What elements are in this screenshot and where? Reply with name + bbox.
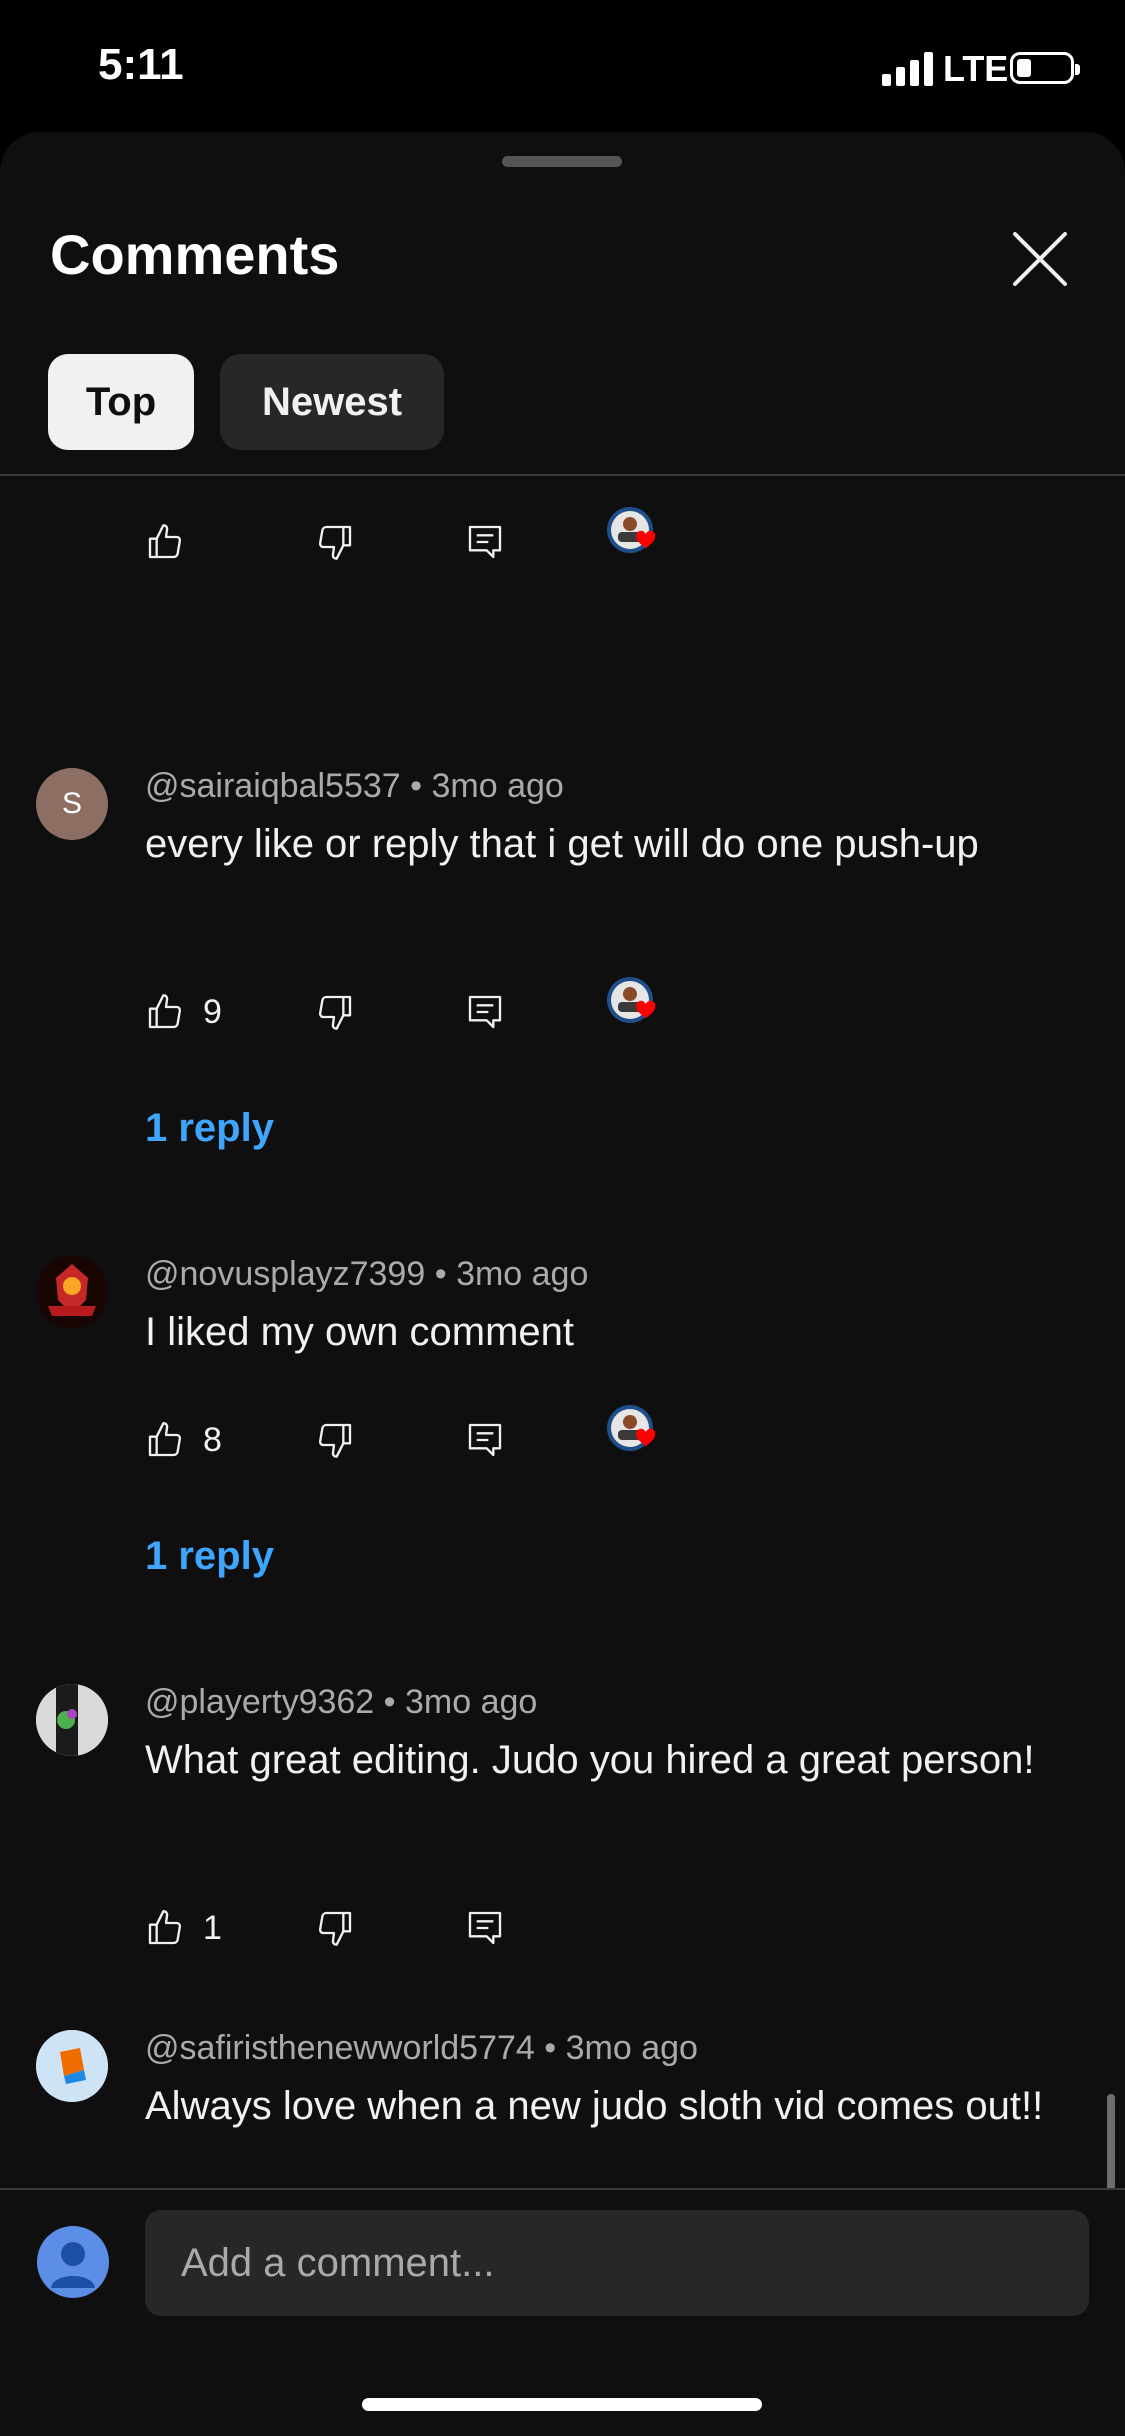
signal-icon [882, 52, 934, 86]
dislike-button[interactable] [315, 1898, 355, 1958]
reply-button[interactable] [465, 512, 505, 572]
close-icon [1013, 232, 1067, 286]
creator-heart-icon [607, 507, 656, 553]
thumb-up-icon [148, 994, 182, 1029]
comment-age: 3mo ago [565, 2029, 698, 2067]
sheet-title: Comments [50, 223, 340, 286]
avatar[interactable] [36, 1684, 108, 1756]
comment-author[interactable]: @safiristhenewworld5774 [145, 2029, 535, 2067]
comment-age: 3mo ago [456, 1255, 589, 1293]
thumb-down-icon [318, 995, 352, 1030]
drag-handle[interactable] [502, 156, 622, 167]
tab-top[interactable]: Top [48, 354, 194, 450]
thumb-up-icon [148, 1422, 182, 1457]
comment-author[interactable]: @novusplayz7399 [145, 1255, 425, 1293]
composer-divider [0, 2188, 1125, 2190]
avatar[interactable] [36, 2030, 108, 2102]
comment-age: 3mo ago [431, 767, 564, 805]
network-label: LTE [943, 48, 1009, 89]
comment-actions: 1 [0, 1898, 1125, 1958]
comment-text: every like or reply that i get will do o… [145, 822, 979, 866]
comment-text: I liked my own comment [145, 1310, 575, 1354]
comment-meta: @novusplayz7399 • 3mo ago [145, 1255, 589, 1293]
comment-composer [0, 2188, 1125, 2436]
close-button[interactable] [1005, 224, 1075, 294]
comment-author[interactable]: @playerty9362 [145, 1683, 374, 1721]
reply-button[interactable] [465, 982, 505, 1042]
creator-heart-icon [607, 977, 656, 1023]
like-count: 9 [203, 992, 222, 1031]
gamer-avatar-icon [36, 1684, 108, 1756]
mascot-avatar-icon [48, 1264, 96, 1316]
like-button[interactable] [145, 512, 185, 572]
add-comment-input[interactable] [145, 2210, 1089, 2316]
reply-button[interactable] [465, 1410, 505, 1470]
reply-icon [468, 1911, 502, 1945]
comment-actions [0, 507, 1125, 572]
cube-avatar-icon [36, 2030, 108, 2102]
dislike-button[interactable] [315, 512, 355, 572]
comment-actions: 8 [0, 1405, 1125, 1470]
comment-meta: @safiristhenewworld5774 • 3mo ago [145, 2029, 698, 2067]
thumb-down-icon [318, 525, 352, 560]
status-time: 5:11 [98, 40, 184, 89]
dislike-button[interactable] [315, 982, 355, 1042]
status-bar: 5:11 LTE [0, 0, 1125, 135]
comment-actions: 9 [0, 977, 1125, 1042]
thumb-down-icon [318, 1423, 352, 1458]
comment-age: 3mo ago [405, 1683, 538, 1721]
battery-icon [1010, 52, 1080, 84]
thumb-up-icon [148, 524, 182, 559]
thumb-down-icon [318, 1911, 352, 1946]
avatar[interactable]: S [36, 768, 108, 840]
creator-heart-icon [607, 1405, 656, 1451]
home-indicator[interactable] [362, 2398, 762, 2411]
avatar[interactable] [36, 1256, 108, 1328]
comment-meta: @playerty9362 • 3mo ago [145, 1683, 538, 1721]
thumb-up-icon [148, 1910, 182, 1945]
reply-icon [468, 1423, 502, 1457]
tab-newest[interactable]: Newest [220, 354, 444, 450]
view-replies-button[interactable]: 1 reply [145, 1106, 274, 1151]
like-button[interactable]: 8 [145, 1410, 222, 1470]
dislike-button[interactable] [315, 1410, 355, 1470]
like-count: 1 [203, 1908, 222, 1947]
comment-text: What great editing. Judo you hired a gre… [145, 1738, 1035, 1782]
comment-text: Always love when a new judo sloth vid co… [145, 2084, 1044, 2128]
user-icon [51, 2242, 95, 2288]
reply-icon [468, 525, 502, 559]
comment-meta: @sairaiqbal5537 • 3mo ago [145, 767, 564, 805]
scrollbar[interactable] [1107, 2094, 1115, 2200]
like-button[interactable]: 1 [145, 1898, 222, 1958]
comments-list[interactable]: S @sairaiqbal5537 • 3mo ago every like o… [0, 476, 1125, 2186]
comments-sheet: Comments Top Newest S @sairaiqbal5537 • … [0, 132, 1125, 2436]
like-count: 8 [203, 1420, 222, 1459]
user-avatar [37, 2226, 109, 2298]
like-button[interactable]: 9 [145, 982, 222, 1042]
view-replies-button[interactable]: 1 reply [145, 1534, 274, 1579]
reply-button[interactable] [465, 1898, 505, 1958]
comment-author[interactable]: @sairaiqbal5537 [145, 767, 401, 805]
reply-icon [468, 995, 502, 1029]
